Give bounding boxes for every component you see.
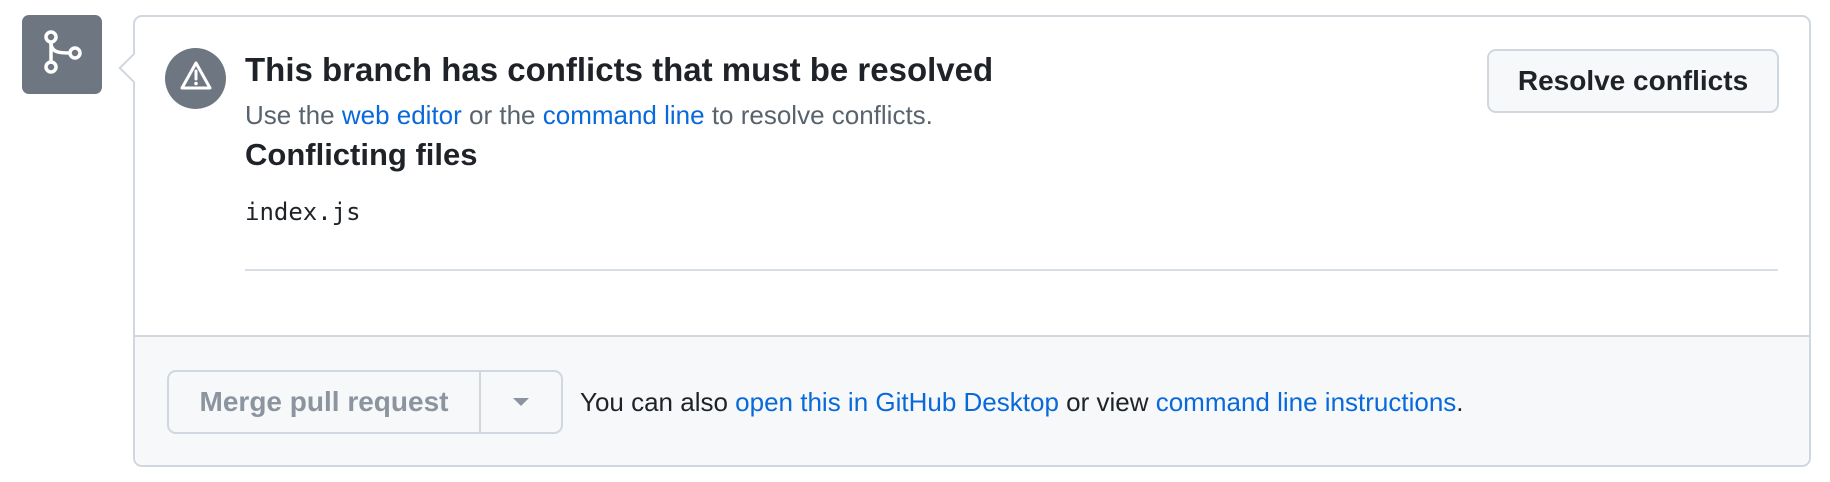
- open-github-desktop-link[interactable]: open this in GitHub Desktop: [735, 387, 1059, 417]
- conflicting-files-heading: Conflicting files: [245, 137, 478, 172]
- footer-text-prefix: You can also: [580, 387, 736, 417]
- card-pointer: [118, 52, 150, 84]
- git-branch-icon: [39, 29, 85, 80]
- merge-footer-text: You can also open this in GitHub Desktop…: [580, 387, 1464, 418]
- footer-text-suffix: .: [1456, 387, 1464, 417]
- merge-method-dropdown[interactable]: [481, 372, 561, 432]
- merge-footer: Merge pull request You can also open thi…: [135, 335, 1809, 465]
- resolve-conflicts-button[interactable]: Resolve conflicts: [1487, 49, 1779, 113]
- alert-triangle-icon: [179, 59, 213, 98]
- subtitle-suffix: to resolve conflicts.: [704, 100, 933, 130]
- merge-box: This branch has conflicts that must be r…: [118, 15, 1811, 467]
- subtitle-middle: or the: [461, 100, 543, 130]
- conflicting-file: index.js: [245, 198, 361, 226]
- divider: [245, 269, 1778, 271]
- footer-text-middle: or view: [1058, 387, 1156, 417]
- web-editor-link[interactable]: web editor: [342, 100, 462, 130]
- conflict-title: This branch has conflicts that must be r…: [245, 51, 994, 88]
- command-line-instructions-link[interactable]: command line instructions: [1156, 387, 1457, 417]
- branch-badge: [22, 15, 102, 94]
- conflict-subtitle: Use the web editor or the command line t…: [245, 100, 933, 131]
- merge-button-group: Merge pull request: [167, 370, 563, 434]
- subtitle-prefix: Use the: [245, 100, 342, 130]
- triangle-down-icon: [513, 398, 529, 406]
- command-line-link[interactable]: command line: [543, 100, 705, 130]
- alert-badge: [165, 48, 226, 109]
- merge-pull-request-button[interactable]: Merge pull request: [169, 372, 481, 432]
